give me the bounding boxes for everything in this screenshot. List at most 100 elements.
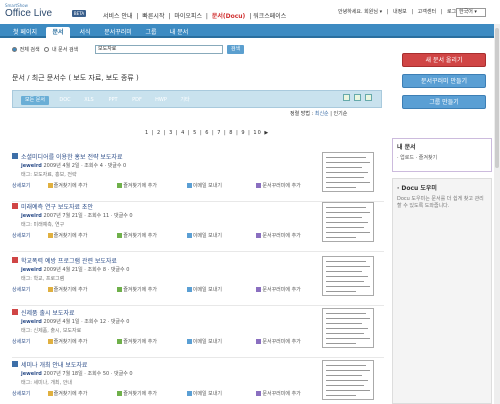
detail-link[interactable]: 상세보기 (12, 286, 46, 293)
document-tags: 태그: 보도자료, 홍보, 전략 (21, 172, 77, 178)
favorite-action[interactable]: 즐겨찾기에 추가 (47, 338, 116, 345)
language-select[interactable]: 한국어 ▾ (456, 8, 486, 17)
tab-home[interactable]: 첫 페이지 (8, 27, 42, 38)
document-meta: jeweird 2009년 4월 1일 · 조회수 12 · 댓글수 0 (21, 318, 129, 325)
filter-xls[interactable]: XLS (81, 96, 97, 105)
grid-view-icon[interactable] (354, 94, 361, 101)
detail-link[interactable]: 상세보기 (12, 338, 46, 345)
tab-groups[interactable]: 그룹 (140, 27, 162, 38)
document-title[interactable]: 소셜미디어를 이용한 홍보 전략 보도자료 (21, 152, 122, 161)
page-scrollbar[interactable] (494, 24, 500, 404)
thumb-line (326, 286, 370, 287)
thumb-line (326, 380, 368, 381)
email-action[interactable]: 이메일 보내기 (186, 390, 255, 397)
app-logo[interactable]: Office Live (5, 8, 52, 19)
email-action[interactable]: 이메일 보내기 (186, 286, 255, 293)
radio-all-search[interactable] (12, 47, 17, 52)
nav-workspace[interactable]: | 워크스페이스 (249, 13, 286, 20)
filter-all[interactable]: 모든 문서 (21, 96, 49, 105)
search-button[interactable]: 검색 (227, 45, 244, 54)
support-link[interactable]: 고객센터 (418, 9, 436, 15)
folder-icon (256, 287, 262, 292)
favorite-action[interactable]: 즐겨찾기에 추가 (47, 232, 116, 239)
document-author[interactable]: jeweird (21, 371, 42, 377)
nav-quickstart[interactable]: 빠른시작 (142, 13, 164, 20)
email-action[interactable]: 이메일 보내기 (186, 338, 255, 345)
document-title[interactable]: 학교폭력 예방 프로그램 관련 보도자료 (21, 256, 117, 265)
bundle-action[interactable]: 문서꾸러미에 추가 (256, 390, 324, 397)
favorite-action[interactable]: 즐겨찾기에 추가 (47, 390, 116, 397)
sort-recent[interactable]: 최신순 (315, 111, 329, 117)
detail-link[interactable]: 상세보기 (12, 232, 46, 239)
account-greeting[interactable]: 안녕하세요. 회원님 ▾ (338, 9, 382, 15)
favorite-action[interactable]: 즐겨찾기에 추가 (47, 286, 116, 293)
document-author[interactable]: jeweird (21, 319, 42, 325)
folder-icon (256, 391, 262, 396)
document-thumbnail[interactable] (322, 256, 374, 296)
document-thumbnail[interactable] (322, 308, 374, 348)
account-divider: | (440, 9, 443, 15)
upload-document-button[interactable]: 새 문서 올리기 (402, 53, 486, 67)
radio-my-search[interactable] (44, 47, 50, 52)
favorite-action-2[interactable]: 즐겨찾기에 추가 (117, 390, 185, 397)
bookmark-icon (117, 339, 123, 344)
bundle-action[interactable]: 문서꾸러미에 추가 (256, 338, 324, 345)
email-action[interactable]: 이메일 보내기 (186, 232, 255, 239)
document-actions: 상세보기 즐겨찾기에 추가 즐겨찾기에 추가 이메일 보내기 문서꾸러미에 추가… (12, 338, 366, 345)
document-stats: 2009년 4월 1일 · 조회수 12 · 댓글수 0 (43, 319, 130, 325)
create-group-button[interactable]: 그룹 만들기 (402, 95, 486, 109)
beta-badge: BETA (72, 10, 86, 17)
mail-icon (186, 183, 192, 188)
my-info-link[interactable]: 내정보 (393, 9, 407, 15)
document-thumbnail[interactable] (322, 202, 374, 242)
favorite-action[interactable]: 즐겨찾기에 추가 (47, 182, 116, 189)
filter-etc[interactable]: 기타 (177, 96, 193, 105)
document-author[interactable]: jeweird (21, 267, 42, 273)
tab-my-docs[interactable]: 내 문서 (166, 27, 192, 38)
favorite-action-2[interactable]: 즐겨찾기에 추가 (117, 232, 185, 239)
document-author[interactable]: jeweird (21, 213, 42, 219)
document-title[interactable]: 신제품 출시 보도자료 (21, 308, 75, 317)
document-thumbnail[interactable] (322, 152, 374, 192)
document-author[interactable]: jeweird (21, 163, 42, 169)
document-thumbnail[interactable] (322, 360, 374, 400)
detail-link[interactable]: 상세보기 (12, 390, 46, 397)
favorite-action-2[interactable]: 즐겨찾기에 추가 (117, 286, 185, 293)
tab-documents[interactable]: 문서 (46, 27, 70, 38)
scrollbar-thumb[interactable] (495, 28, 499, 168)
document-type-icon (12, 153, 18, 159)
pagination[interactable]: 1 | 2 | 3 | 4 | 5 | 6 | 7 | 8 | 9 | 10 ▶ (145, 130, 269, 136)
document-meta: jeweird 2007년 7월 21일 · 조회수 11 · 댓글수 0 (21, 212, 133, 219)
bundle-action[interactable]: 문서꾸러미에 추가 (256, 286, 324, 293)
bundle-action[interactable]: 문서꾸러미에 추가 (256, 232, 324, 239)
tab-bundles[interactable]: 문서꾸러미 (100, 27, 136, 38)
sort-popular[interactable]: 인기순 (334, 111, 348, 117)
filter-pdf[interactable]: PDF (129, 96, 145, 105)
thumb-line (326, 365, 366, 366)
list-view-icon[interactable] (343, 94, 350, 101)
thumb-line (326, 232, 370, 233)
document-title[interactable]: 세미나 개최 안내 보도자료 (21, 360, 87, 369)
mail-icon (186, 287, 192, 292)
folder-icon (256, 233, 262, 238)
favorite-action-2[interactable]: 즐겨찾기에 추가 (117, 338, 185, 345)
nav-docu[interactable]: 문서(Docu) (212, 13, 245, 20)
email-action[interactable]: 이메일 보내기 (186, 182, 255, 189)
my-docs-item[interactable]: · 업로드 · 즐겨찾기 (393, 154, 491, 161)
document-title[interactable]: 미래예측 연구 보도자료 초안 (21, 202, 93, 211)
tab-templates[interactable]: 서식 (74, 27, 96, 38)
search-input[interactable]: 보도자료 (95, 45, 223, 54)
bundle-action[interactable]: 문서꾸러미에 추가 (256, 182, 324, 189)
create-bundle-button[interactable]: 문서꾸러미 만들기 (402, 74, 486, 88)
filter-ppt[interactable]: PPT (105, 96, 121, 105)
detail-link[interactable]: 상세보기 (12, 182, 46, 189)
thumb-view-icon[interactable] (365, 94, 372, 101)
filter-doc[interactable]: DOC (57, 96, 73, 105)
mail-icon (186, 391, 192, 396)
nav-myoffice[interactable]: 마이오피스 (174, 13, 202, 20)
nav-service-guide[interactable]: 서비스 안내 (103, 13, 133, 20)
main-tab-bar: 첫 페이지 문서 서식 문서꾸러미 그룹 내 문서 (0, 24, 500, 38)
favorite-action-2[interactable]: 즐겨찾기에 추가 (117, 182, 185, 189)
thumb-line (326, 207, 366, 208)
filter-hwp[interactable]: HWP (153, 96, 169, 105)
